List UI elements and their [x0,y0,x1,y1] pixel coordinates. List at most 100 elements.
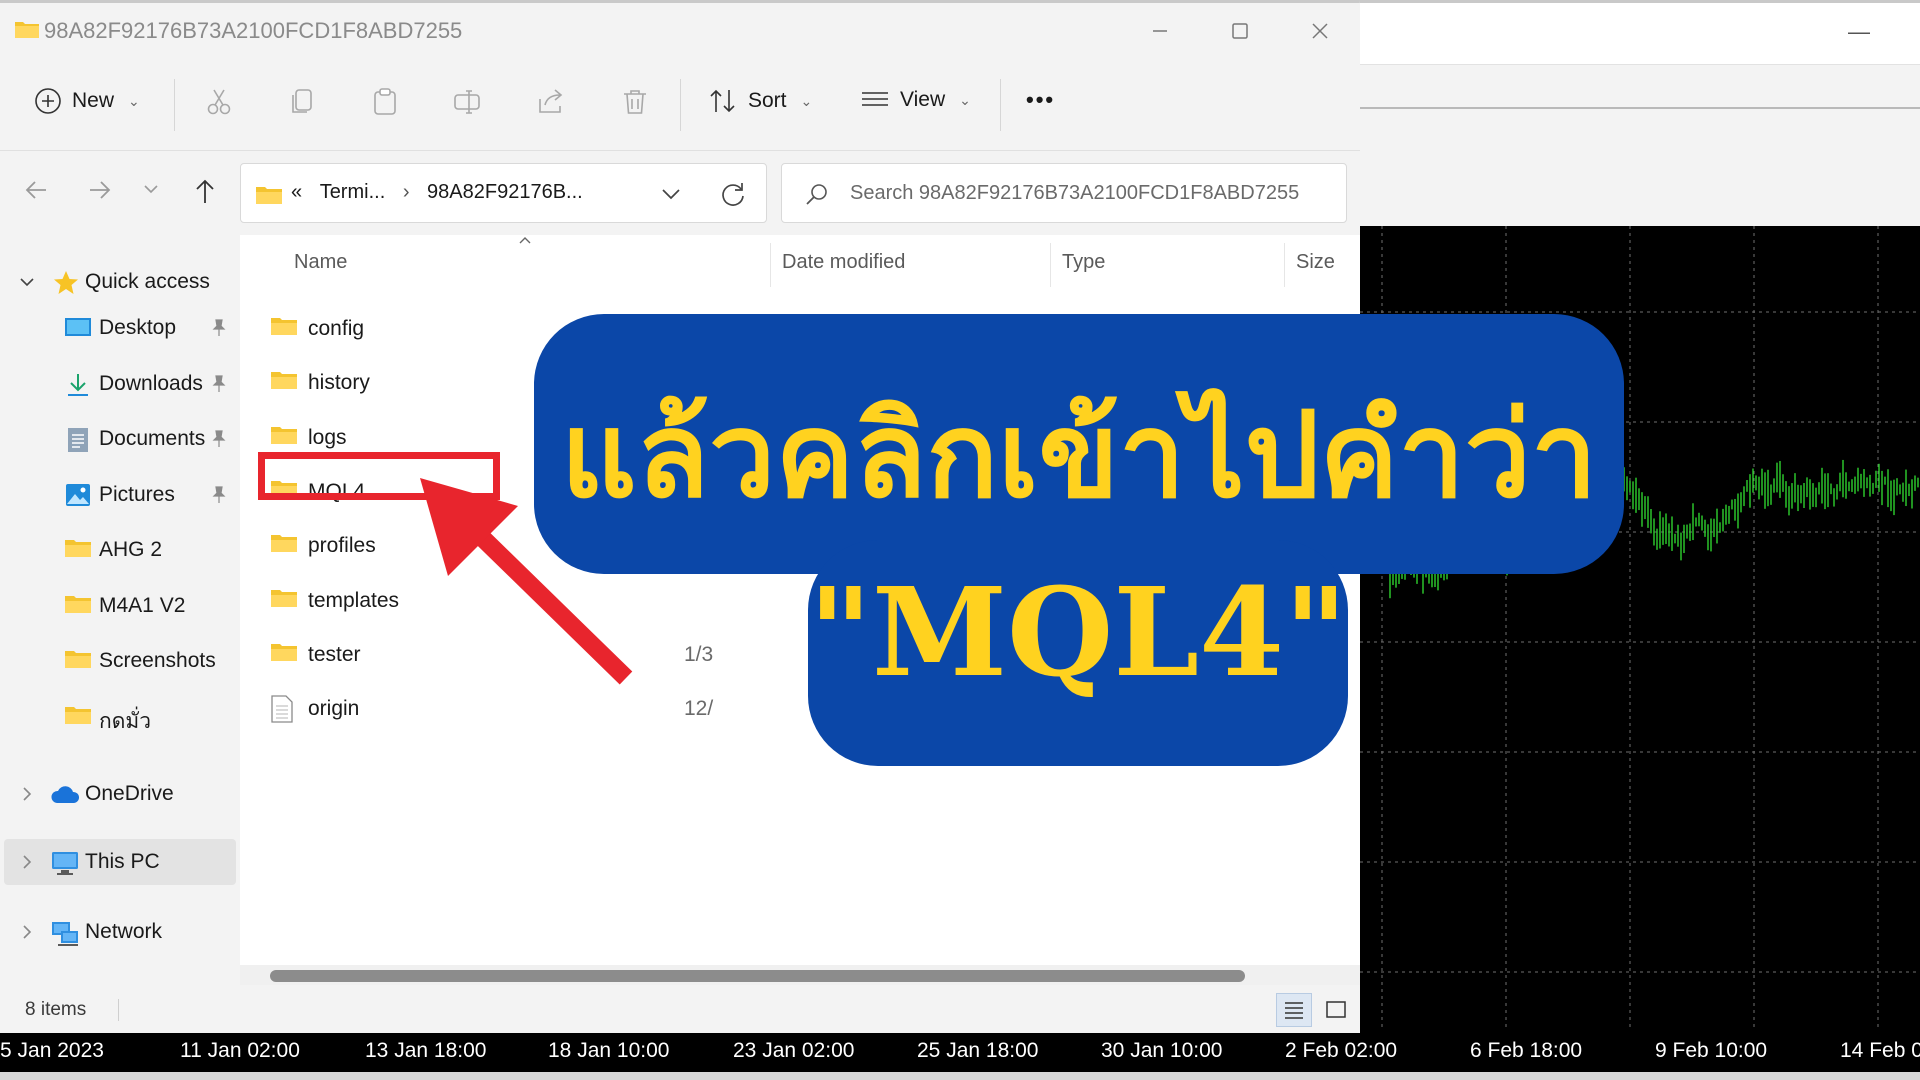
sidebar-item-desktop[interactable]: Desktop [0,305,236,351]
time-axis-label: 9 Feb 10:00 [1655,1039,1768,1062]
close-button[interactable] [1295,13,1345,49]
sidebar-item-m4a1-v2[interactable]: M4A1 V2 [0,583,236,629]
sidebar-item-label: M4A1 V2 [99,593,186,617]
time-axis-label: 14 Feb 0 [1840,1039,1920,1062]
pin-icon [210,485,228,511]
back-arrow-icon[interactable] [24,177,50,203]
file-row-config[interactable]: config 1/17/2023 1:20 PM File folder [270,303,1350,357]
computer-icon [52,852,78,875]
details-view-button[interactable] [1276,993,1312,1027]
bottom-strip [0,1072,1920,1080]
more-options-button[interactable]: ••• [1026,87,1055,113]
chevron-down-icon: ⌄ [959,91,971,108]
folder-icon [64,593,92,621]
refresh-icon[interactable] [719,180,747,208]
address-dropdown-chevron-icon[interactable] [659,182,683,206]
folder-icon [270,532,298,559]
file-name: origin [308,697,360,721]
sidebar-item-label: Network [85,920,163,943]
sidebar-item-network[interactable]: Network [0,909,236,955]
price-chart[interactable] [1360,226,1920,1030]
new-label: New [72,89,115,112]
folder-icon [64,537,92,565]
sort-icon [708,87,738,115]
sort-label: Sort [748,89,787,112]
minimize-button[interactable] [1135,13,1185,49]
sidebar-item-กดมั่ว[interactable]: กดมั่ว [0,694,236,740]
mt4-minimize-icon[interactable]: — [1848,19,1870,45]
time-axis: 5 Jan 2023 11 Jan 02:00 13 Jan 18:00 18 Jan… [0,1030,1920,1072]
chevron-right-icon[interactable] [18,923,36,941]
sidebar-item-label: OneDrive [85,782,174,805]
sidebar-item-label: This PC [85,850,160,873]
mt4-titlebar: — [1360,0,1920,64]
horizontal-scrollbar-thumb[interactable] [270,970,1245,982]
time-axis-label: 13 Jan 18:00 [365,1039,487,1062]
folder-icon [64,704,92,732]
chevron-down-icon[interactable] [18,273,36,291]
more-options-icon: ••• [1026,87,1056,112]
recent-locations-chevron-icon[interactable] [142,183,160,197]
sort-button[interactable]: Sort ⌄ [708,87,812,115]
column-header-date-modified[interactable]: Date modified [782,251,905,274]
sidebar-item-onedrive[interactable]: OneDrive [0,771,236,817]
file-row-history[interactable]: history [270,357,1350,411]
command-bar: New ⌄ Sort ⌄ View ⌄ ••• [0,59,1360,151]
file-name: config [308,317,365,340]
breadcrumb-overflow[interactable]: « [291,181,302,203]
time-axis-label: 25 Jan 18:00 [917,1039,1039,1062]
new-button[interactable]: New ⌄ [34,87,140,115]
maximize-button[interactable] [1215,13,1265,49]
navigation-bar: « Termi... › 98A82F92176B... Search 98A8… [0,151,1360,235]
folder-icon [270,315,298,342]
sidebar-item-label: AHG 2 [99,538,163,561]
share-icon [536,87,566,117]
column-header-size[interactable]: Size [1296,251,1335,274]
sidebar-item-documents[interactable]: Documents [0,416,236,462]
search-box[interactable]: Search 98A82F92176B73A2100FCD1F8ABD7255 [781,163,1347,223]
sidebar-item-label: Pictures [99,482,175,506]
column-divider[interactable] [1284,243,1285,287]
scissors-icon [204,87,234,117]
chevron-right-icon[interactable] [18,853,36,871]
column-header-name[interactable]: Name [294,251,347,274]
pin-icon [210,374,228,400]
delete-button[interactable] [620,87,650,117]
search-input[interactable]: Search 98A82F92176B73A2100FCD1F8ABD7255 [850,182,1299,205]
view-button[interactable]: View ⌄ [860,87,971,113]
chevron-right-icon[interactable] [18,785,36,803]
rename-button[interactable] [452,87,482,117]
cut-button[interactable] [204,87,234,117]
chevron-down-icon: ⌄ [800,92,813,109]
sidebar-item-quick-access[interactable]: Quick access [0,259,236,305]
time-axis-label: 6 Feb 18:00 [1470,1039,1583,1062]
time-axis-label: 30 Jan 10:00 [1101,1039,1223,1062]
details-view-icon [1285,1002,1303,1019]
breadcrumb-item-terminal[interactable]: Termi... [320,181,386,203]
title-bar[interactable]: 98A82F92176B73A2100FCD1F8ABD7255 [0,3,1360,59]
copy-button[interactable] [288,87,318,117]
forward-arrow-icon[interactable] [86,177,112,203]
breadcrumb-item-current[interactable]: 98A82F92176B... [427,181,583,203]
download-icon [64,371,92,405]
sidebar-item-label: Downloads [99,371,203,395]
status-bar: 8 items [0,985,1360,1033]
paste-button[interactable] [370,87,400,117]
close-icon [1312,23,1328,39]
column-divider[interactable] [1050,243,1051,287]
up-arrow-icon[interactable] [192,177,218,205]
toolbar-divider [680,79,681,131]
sidebar-item-ahg-2[interactable]: AHG 2 [0,527,236,573]
large-icons-view-button[interactable] [1318,993,1354,1027]
file-type: File folder [914,317,1007,340]
sidebar-item-pictures[interactable]: Pictures [0,472,236,518]
sidebar-item-downloads[interactable]: Downloads [0,361,236,407]
share-button[interactable] [536,87,566,117]
column-header-type[interactable]: Type [1062,251,1105,274]
sidebar-item-this-pc[interactable]: This PC [4,839,236,885]
column-divider[interactable] [770,243,771,287]
file-icon [270,695,294,728]
sidebar-item-screenshots[interactable]: Screenshots [0,638,236,684]
address-bar[interactable]: « Termi... › 98A82F92176B... [240,163,767,223]
screen: — 5 Jan 2023 11 Jan 02:00 13 Jan 18:00 18 J… [0,0,1920,1080]
